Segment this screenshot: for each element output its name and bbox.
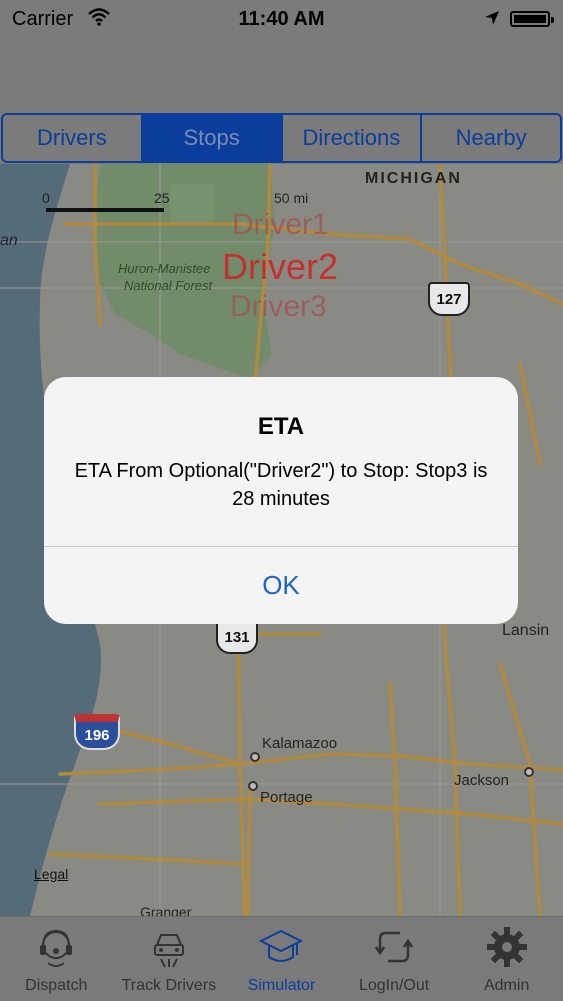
- us131-shield: 131: [216, 620, 258, 654]
- jackson-label: Jackson: [454, 772, 510, 789]
- eta-alert-dialog: ETA ETA From Optional("Driver2") to Stop…: [44, 377, 518, 624]
- segment-stops[interactable]: Stops: [142, 115, 283, 161]
- tab-bar: Dispatch Track Drivers Simulator LogIn/O…: [0, 916, 563, 1001]
- tab-admin[interactable]: Admin: [450, 917, 563, 1001]
- scale-label-zero: 0: [42, 190, 50, 206]
- alert-message: ETA From Optional("Driver2") to Stop: St…: [74, 460, 488, 510]
- granger-label: Granger: [140, 904, 192, 916]
- car-icon: [147, 925, 191, 969]
- scale-label-mid: 25: [154, 190, 170, 206]
- tab-login-out-label: LogIn/Out: [358, 977, 430, 994]
- tab-simulator-label: Simulator: [247, 977, 316, 994]
- tab-dispatch[interactable]: Dispatch: [0, 917, 113, 1001]
- segment-drivers[interactable]: Drivers: [3, 115, 143, 161]
- tab-simulator[interactable]: Simulator: [225, 917, 338, 1001]
- refresh-icon: [372, 925, 416, 969]
- gear-icon: [485, 925, 529, 969]
- state-label: MICHIGAN: [365, 170, 462, 187]
- scale-bar: [46, 208, 164, 212]
- alert-title: ETA: [257, 413, 305, 440]
- us127-shield: 127: [428, 282, 470, 316]
- lansing-label: Lansin: [502, 622, 550, 639]
- kalamazoo-marker: [250, 752, 260, 762]
- tab-dispatch-label: Dispatch: [25, 977, 88, 994]
- graduation-cap-icon: [259, 925, 304, 969]
- headset-icon: [34, 925, 78, 969]
- status-bar: Carrier 11:40 AM: [0, 0, 563, 38]
- kalamazoo-label: Kalamazoo: [262, 735, 338, 752]
- legal-link[interactable]: Legal: [34, 866, 68, 882]
- portage-label: Portage: [260, 789, 313, 806]
- segmented-control: Drivers Stops Directions Nearby: [1, 113, 562, 163]
- tab-track-drivers-label: Track Drivers: [121, 977, 217, 994]
- location-arrow-icon: [484, 9, 500, 32]
- scale-label-end: 50 mi: [274, 190, 309, 206]
- driver2-label[interactable]: Driver2: [222, 246, 338, 288]
- driver1-label[interactable]: Driver1: [232, 208, 329, 242]
- segment-nearby[interactable]: Nearby: [422, 115, 560, 161]
- tab-track-drivers[interactable]: Track Drivers: [113, 917, 226, 1001]
- edge-label-left: an: [0, 232, 18, 249]
- tab-admin-label: Admin: [483, 977, 530, 994]
- ok-button[interactable]: OK: [44, 547, 518, 624]
- portage-marker: [248, 781, 258, 791]
- i196-shield: 196: [74, 714, 120, 750]
- clock: 11:40 AM: [238, 8, 325, 30]
- segment-directions[interactable]: Directions: [283, 115, 423, 161]
- forest-label-line2: National Forest: [124, 278, 213, 293]
- battery-icon: [510, 11, 554, 27]
- jackson-marker: [524, 767, 534, 777]
- tab-login-out[interactable]: LogIn/Out: [338, 917, 451, 1001]
- forest-label-line1: Huron-Manistee: [118, 261, 211, 276]
- driver3-label[interactable]: Driver3: [230, 290, 327, 324]
